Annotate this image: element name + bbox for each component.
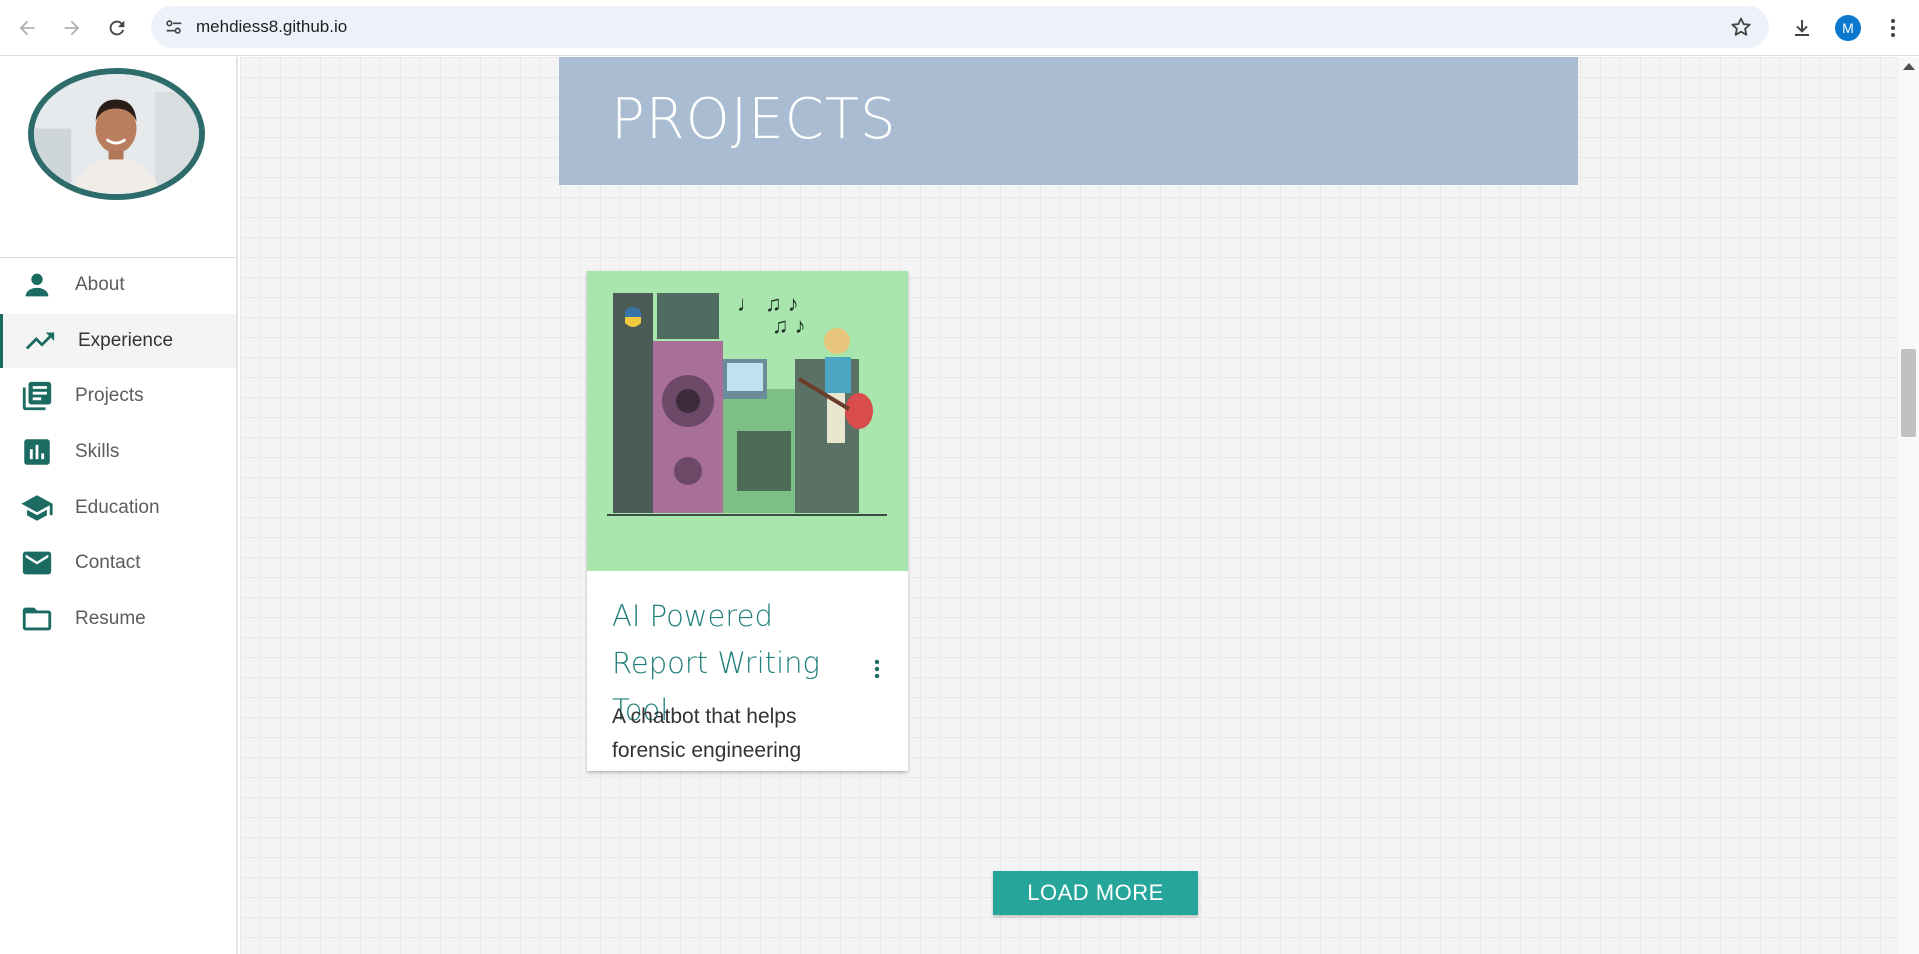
profile-button[interactable]: M (1832, 12, 1864, 44)
sidebar-item-skills[interactable]: Skills (0, 425, 236, 479)
profile-photo (28, 68, 205, 200)
menu-kebab-icon (1891, 19, 1895, 37)
sidebar-item-experience[interactable]: Experience (0, 314, 236, 368)
project-card-more-button[interactable] (865, 655, 889, 683)
forward-icon (64, 20, 80, 36)
page-scrollbar[interactable] (1897, 57, 1919, 954)
sidebar-item-resume[interactable]: Resume (0, 592, 236, 646)
back-button[interactable] (11, 12, 43, 44)
forward-button[interactable] (56, 12, 88, 44)
project-card[interactable]: ♩ ♫ ♪ ♫ ♪ AI Powered Report Writing Tool… (587, 271, 908, 771)
sidebar-item-label: Contact (75, 552, 141, 573)
browser-toolbar: mehdiess8.github.io M (0, 0, 1919, 56)
project-card-description: A chatbot that helps forensic engineerin… (612, 705, 802, 762)
reload-icon (109, 20, 125, 36)
main-content: PROJECTS ♩ ♫ ♪ ♫ ♪ AI Powered Report Wri… (240, 57, 1897, 954)
mail-icon (20, 546, 54, 580)
browser-menu-button[interactable] (1877, 12, 1909, 44)
url-text[interactable]: mehdiess8.github.io (196, 17, 347, 37)
person-icon (20, 268, 54, 302)
svg-text:♫ ♪: ♫ ♪ (772, 313, 806, 338)
sidebar-item-label: Resume (75, 608, 146, 629)
address-bar[interactable]: mehdiess8.github.io (151, 6, 1769, 48)
more-vert-icon (874, 659, 880, 679)
sidebar-item-education[interactable]: Education (0, 481, 236, 535)
sidebar-item-projects[interactable]: Projects (0, 369, 236, 423)
library-books-icon (20, 379, 54, 413)
reload-button[interactable] (101, 12, 133, 44)
bookmark-star-icon[interactable] (1729, 15, 1753, 39)
download-icon (1795, 20, 1809, 36)
project-card-image: ♩ ♫ ♪ ♫ ♪ (587, 271, 908, 571)
downloads-button[interactable] (1786, 12, 1818, 44)
sidebar: About Experience Projects Skills Educati… (0, 57, 238, 954)
folder-icon (20, 602, 54, 636)
section-header: PROJECTS (559, 57, 1578, 185)
sidebar-item-about[interactable]: About (0, 258, 236, 312)
bar-chart-icon (20, 435, 54, 469)
sidebar-item-label: Skills (75, 441, 120, 462)
sidebar-item-label: About (75, 274, 125, 295)
sidebar-item-label: Education (75, 497, 160, 518)
trending-up-icon (23, 324, 57, 358)
scroll-up-arrow-icon[interactable] (1903, 63, 1915, 70)
section-title: PROJECTS (611, 87, 897, 152)
sidebar-item-label: Experience (78, 330, 174, 351)
sidebar-item-contact[interactable]: Contact (0, 536, 236, 590)
school-icon (20, 491, 54, 525)
scrollbar-thumb[interactable] (1901, 349, 1916, 437)
sidebar-item-label: Projects (75, 385, 144, 406)
back-icon (19, 20, 35, 36)
load-more-button[interactable]: LOAD MORE (993, 871, 1198, 915)
site-settings-icon[interactable] (163, 16, 185, 38)
profile-avatar: M (1835, 15, 1861, 41)
